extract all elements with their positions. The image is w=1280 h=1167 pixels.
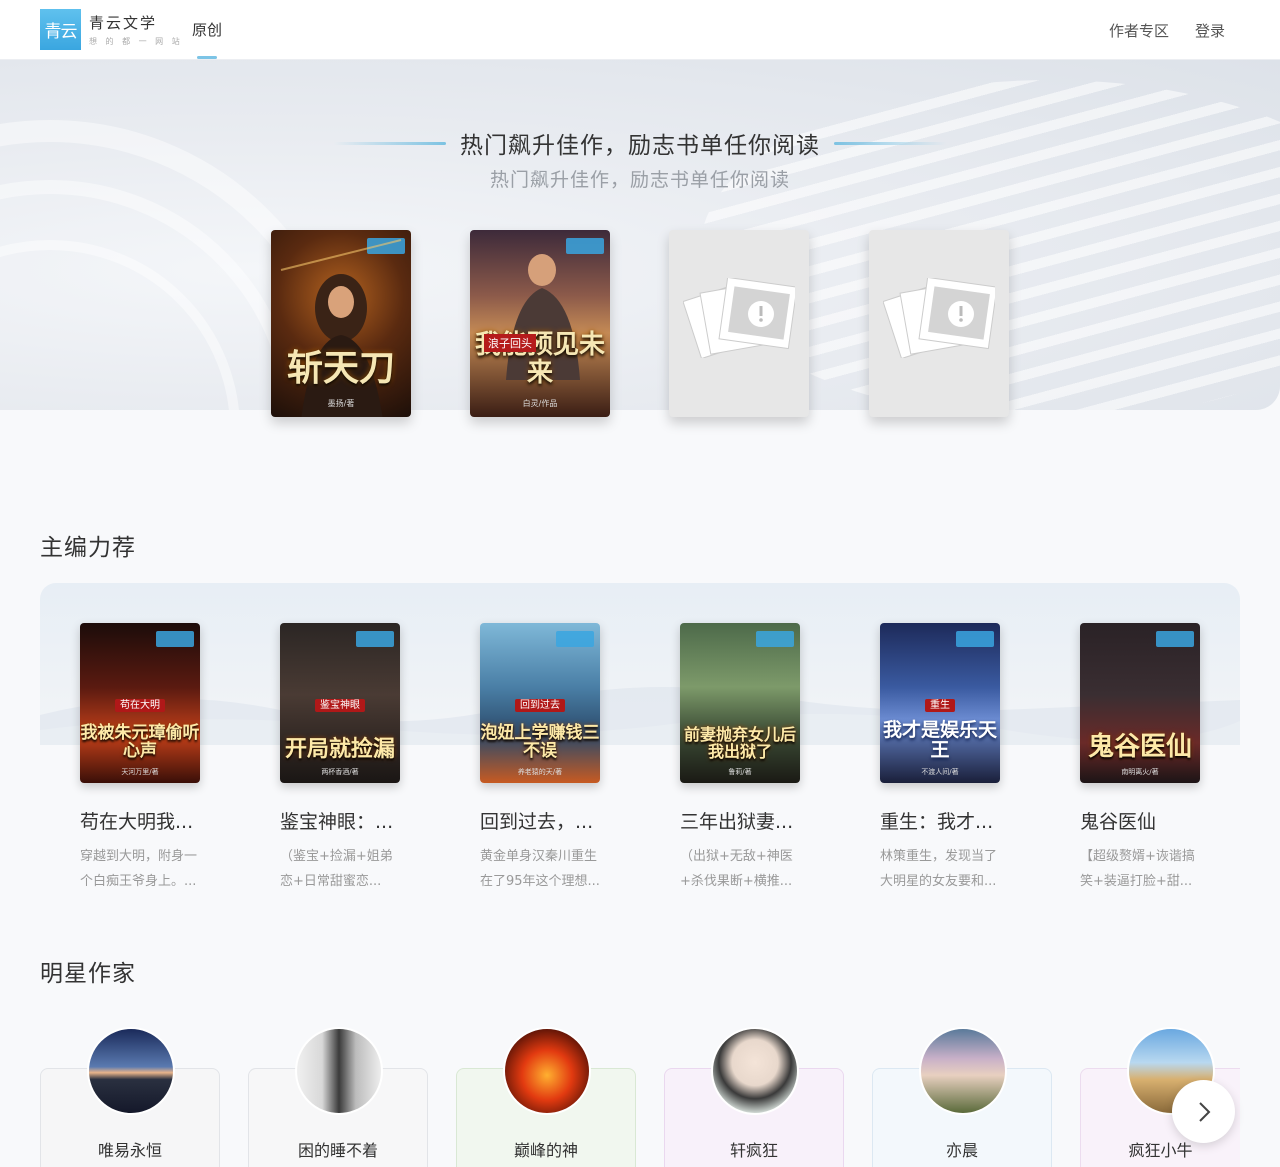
image-missing-icon (683, 278, 795, 358)
book-description: （出狱+无敌+神医+杀伐果断+横推... (680, 849, 793, 889)
cover-author: 白灵/作品 (522, 399, 558, 408)
author-name: 亦晨 (945, 1141, 978, 1160)
cover-author: 墨扬/著 (327, 399, 355, 408)
cover-badge: 鉴宝神眼 (315, 699, 365, 712)
hero-subtitle: 热门飙升佳作，励志书单任你阅读 (489, 169, 790, 191)
title-line-left (334, 141, 446, 145)
logo-mark: 青云 (40, 9, 81, 50)
book-cover: 鬼谷医仙 南明离火/著 (1080, 623, 1200, 783)
author-avatar (711, 1027, 799, 1115)
author-avatar (919, 1027, 1007, 1115)
cover-author: 两杯香酒/著 (321, 768, 359, 776)
chevron-right-icon (1198, 1101, 1210, 1122)
featured-books: 斩天刀 墨扬/著 我能预见未来 浪子回头 白灵/作品 (271, 230, 1011, 420)
cover-author: 南明离火/著 (1121, 768, 1159, 776)
pick-book[interactable]: 苟在大明 我被朱元璋偷听心声 天河万里/著 苟在大明我... 穿越到大明，附身一… (80, 623, 240, 894)
author-card[interactable]: 亦晨 (872, 1027, 1052, 1167)
cover-badge: 浪子回头 (484, 334, 536, 352)
cover-title: 鬼谷医仙 (1087, 731, 1192, 762)
author-card[interactable]: 轩疯狂 (664, 1027, 844, 1167)
book-cover: 鉴宝神眼 开局就捡漏 两杯香酒/著 (280, 623, 400, 783)
book-name[interactable]: 鉴宝神眼：... (280, 807, 405, 834)
book-cover: 重生 我才是娱乐天王 不渡人间/著 (880, 623, 1000, 783)
pick-book[interactable]: 前妻抛弃女儿后我出狱了 鲁莉/著 三年出狱妻... （出狱+无敌+神医+杀伐果断… (680, 623, 840, 894)
pick-book[interactable]: 鬼谷医仙 南明离火/著 鬼谷医仙 【超级赘婿+诙谐搞笑+装逼打脸+甜... (1080, 623, 1240, 894)
logo-slogan: 想 的 都 一 网 站 (89, 37, 183, 46)
book-name[interactable]: 三年出狱妻... (680, 807, 805, 834)
pick-book[interactable]: 鉴宝神眼 开局就捡漏 两杯香酒/著 鉴宝神眼：... （鉴宝+捡漏+姐弟恋+日常… (280, 623, 440, 894)
book-cover: 回到过去 泡妞上学赚钱三不误 养老猿的天/著 (480, 623, 600, 783)
top-header: 青云 青云文学 想 的 都 一 网 站 原创 作者专区 登录 (0, 0, 1280, 60)
author-name: 轩疯狂 (729, 1141, 778, 1160)
featured-book[interactable]: 我能预见未来 浪子回头 白灵/作品 (470, 230, 610, 417)
nav-tab-original[interactable]: 原创 (192, 19, 222, 40)
book-description: 黄金单身汉秦川重生在了95年这个理想... (480, 849, 600, 889)
book-description: 穿越到大明，附身一个白痴王爷身上。... (80, 849, 198, 889)
featured-book-placeholder[interactable] (669, 230, 809, 417)
hero-title: 热门飙升佳作，励志书单任你阅读 (460, 133, 820, 159)
author-name: 唯易永恒 (97, 1141, 162, 1160)
site-logo[interactable]: 青云 青云文学 想 的 都 一 网 站 (40, 9, 183, 50)
cover-badge: 重生 (925, 699, 955, 712)
author-avatar (295, 1027, 383, 1115)
nav-active-indicator (197, 56, 217, 59)
author-avatar (87, 1027, 175, 1115)
cover-title: 我被朱元璋偷听心声 (80, 723, 200, 762)
cover-title: 开局就捡漏 (284, 736, 395, 762)
book-description: 【超级赘婿+诙谐搞笑+装逼打脸+甜... (1080, 849, 1195, 889)
author-card[interactable]: 困的睡不着 (248, 1027, 428, 1167)
title-line-right (834, 141, 946, 145)
author-name: 困的睡不着 (297, 1141, 378, 1160)
section-title-editor-picks: 主编力荐 (40, 535, 136, 561)
author-zone-link[interactable]: 作者专区 (1109, 20, 1169, 41)
book-name[interactable]: 回到过去，... (480, 807, 605, 834)
pick-book[interactable]: 回到过去 泡妞上学赚钱三不误 养老猿的天/著 回到过去，... 黄金单身汉秦川重… (480, 623, 640, 894)
cover-author: 鲁莉/著 (728, 768, 752, 776)
login-link[interactable]: 登录 (1195, 20, 1225, 41)
cover-author: 养老猿的天/著 (517, 768, 563, 776)
logo-name: 青云文学 (89, 14, 158, 32)
book-name[interactable]: 重生：我才... (880, 807, 1005, 834)
carousel-next-button[interactable] (1172, 1080, 1235, 1143)
author-avatar (503, 1027, 591, 1115)
featured-book[interactable]: 斩天刀 墨扬/著 (271, 230, 411, 417)
book-description: 林策重生，发现当了大明星的女友要和... (880, 849, 998, 889)
book-name[interactable]: 鬼谷医仙 (1080, 807, 1205, 834)
cover-title: 我才是娱乐天王 (882, 719, 997, 762)
author-name: 疯狂小牛 (1128, 1141, 1193, 1160)
book-cover: 前妻抛弃女儿后我出狱了 鲁莉/著 (680, 623, 800, 783)
cover-art (506, 254, 580, 380)
cover-title: 泡妞上学赚钱三不误 (480, 723, 600, 762)
featured-book-placeholder[interactable] (869, 230, 1009, 417)
cover-badge: 回到过去 (515, 699, 565, 712)
section-title-star-authors: 明星作家 (40, 961, 136, 987)
cover-title: 斩天刀 (286, 348, 395, 389)
cover-author: 天河万里/著 (121, 768, 159, 776)
book-description: （鉴宝+捡漏+姐弟恋+日常甜蜜恋... (280, 849, 393, 889)
pick-book[interactable]: 重生 我才是娱乐天王 不渡人间/著 重生：我才... 林策重生，发现当了大明星的… (880, 623, 1040, 894)
cover-title: 前妻抛弃女儿后我出狱了 (683, 725, 796, 762)
author-card[interactable]: 唯易永恒 (40, 1027, 220, 1167)
cover-author: 不渡人间/著 (921, 768, 959, 776)
cover-badge: 苟在大明 (115, 699, 165, 712)
author-name: 巅峰的神 (513, 1141, 578, 1160)
author-card[interactable]: 巅峰的神 (456, 1027, 636, 1167)
book-name[interactable]: 苟在大明我... (80, 807, 205, 834)
book-cover: 苟在大明 我被朱元璋偷听心声 天河万里/著 (80, 623, 200, 783)
image-missing-icon (883, 278, 995, 358)
